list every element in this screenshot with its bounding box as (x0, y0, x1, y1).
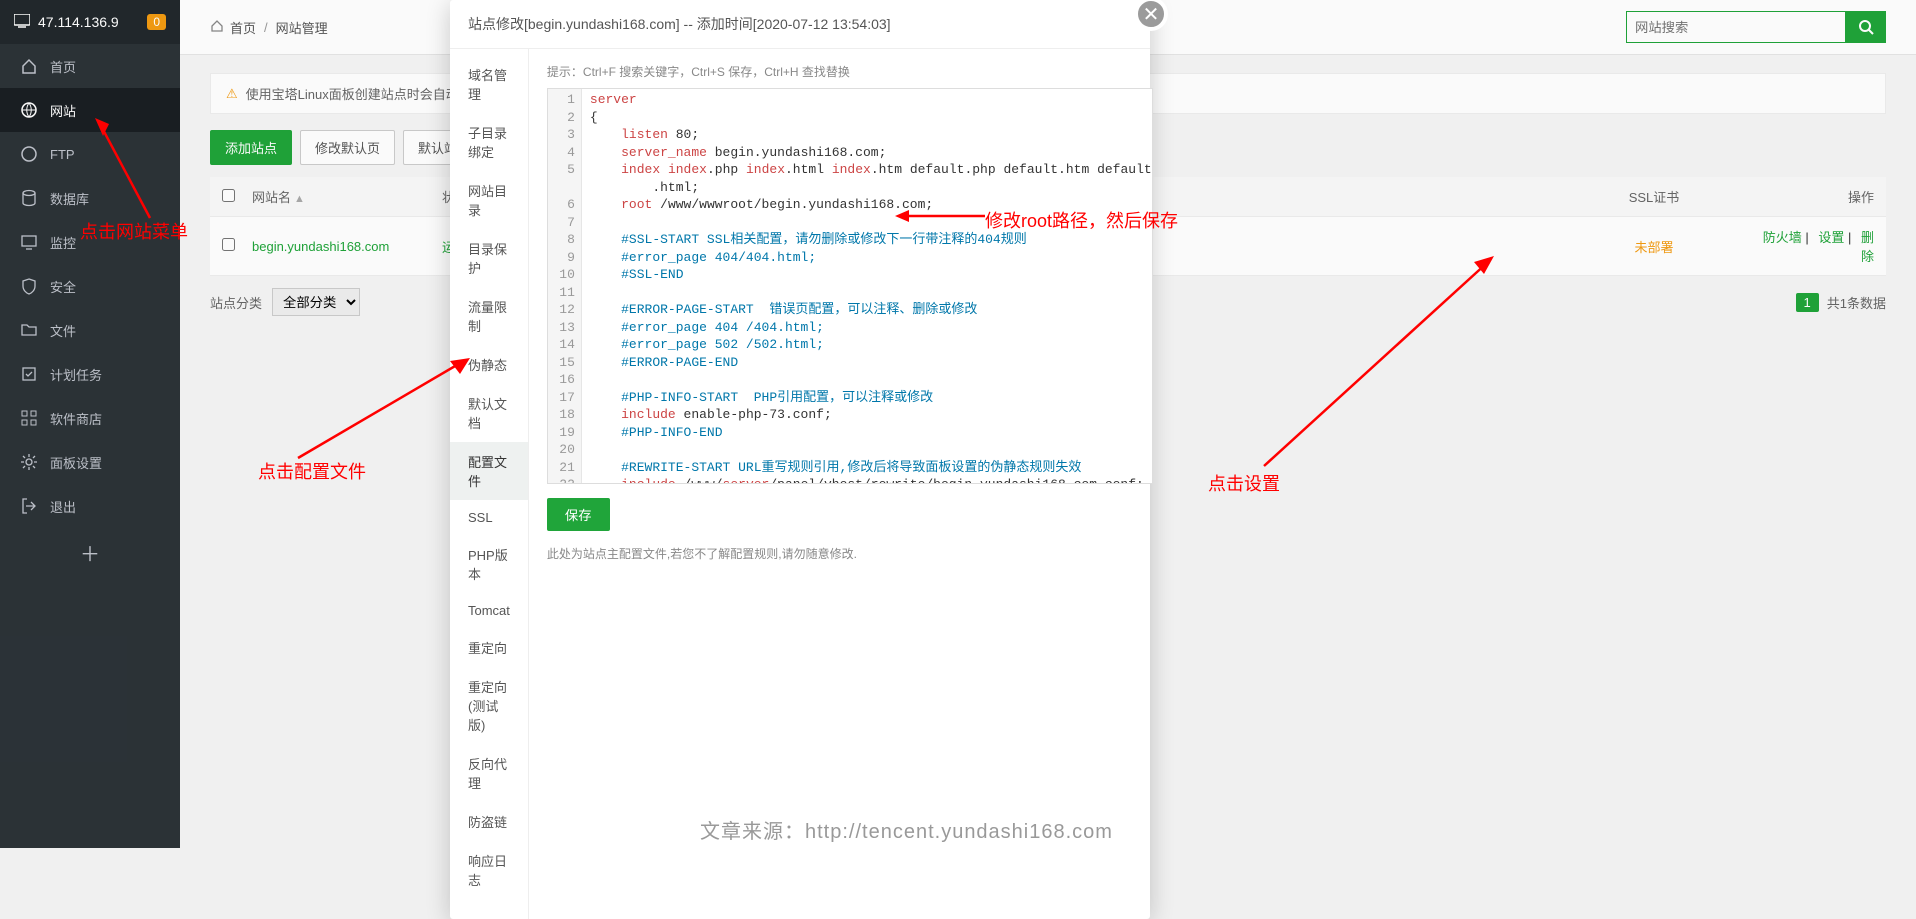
modal-nav-item[interactable]: Tomcat (450, 593, 528, 628)
line-gutter: 1 2 3 4 5 6 7 8 9 10 11 12 13 14 15 16 1… (548, 89, 582, 484)
modal-nav-item[interactable]: 目录保护 (450, 229, 528, 287)
modal-title: 站点修改[begin.yundashi168.com] -- 添加时间[2020… (450, 0, 1150, 49)
modal-nav-item[interactable]: 子目录绑定 (450, 113, 528, 171)
editor-note: 此处为站点主配置文件,若您不了解配置规则,请勿随意修改. (547, 545, 1153, 562)
modal-body: 域名管理子目录绑定网站目录目录保护流量限制伪静态默认文档配置文件SSLPHP版本… (450, 49, 1150, 919)
editor-tip: 提示：Ctrl+F 搜索关键字，Ctrl+S 保存，Ctrl+H 查找替换 (547, 63, 1153, 80)
modal-nav-item[interactable]: PHP版本 (450, 535, 528, 593)
modal-nav-item[interactable]: 域名管理 (450, 55, 528, 113)
config-editor[interactable]: 1 2 3 4 5 6 7 8 9 10 11 12 13 14 15 16 1… (547, 88, 1153, 484)
modal-main: 提示：Ctrl+F 搜索关键字，Ctrl+S 保存，Ctrl+H 查找替换 1 … (529, 49, 1171, 919)
modal-nav: 域名管理子目录绑定网站目录目录保护流量限制伪静态默认文档配置文件SSLPHP版本… (450, 49, 529, 919)
modal-nav-item[interactable]: 流量限制 (450, 287, 528, 345)
modal-nav-item[interactable]: 配置文件 (450, 442, 528, 500)
modal-nav-item[interactable]: 伪静态 (450, 345, 528, 384)
save-button[interactable]: 保存 (547, 498, 610, 531)
modal-nav-item[interactable]: SSL (450, 500, 528, 535)
modal-nav-item[interactable]: 重定向(测试版) (450, 667, 528, 744)
code-content[interactable]: server { listen 80; server_name begin.yu… (548, 89, 1152, 484)
watermark-text: 文章来源：http://tencent.yundashi168.com (700, 815, 1113, 844)
site-edit-modal: ✕ 站点修改[begin.yundashi168.com] -- 添加时间[20… (450, 0, 1150, 919)
modal-nav-item[interactable]: 默认文档 (450, 384, 528, 442)
modal-nav-item[interactable]: 重定向 (450, 628, 528, 667)
modal-nav-item[interactable]: 防盗链 (450, 802, 528, 841)
modal-nav-item[interactable]: 网站目录 (450, 171, 528, 229)
modal-nav-item[interactable]: 响应日志 (450, 841, 528, 899)
modal-nav-item[interactable]: 反向代理 (450, 744, 528, 802)
